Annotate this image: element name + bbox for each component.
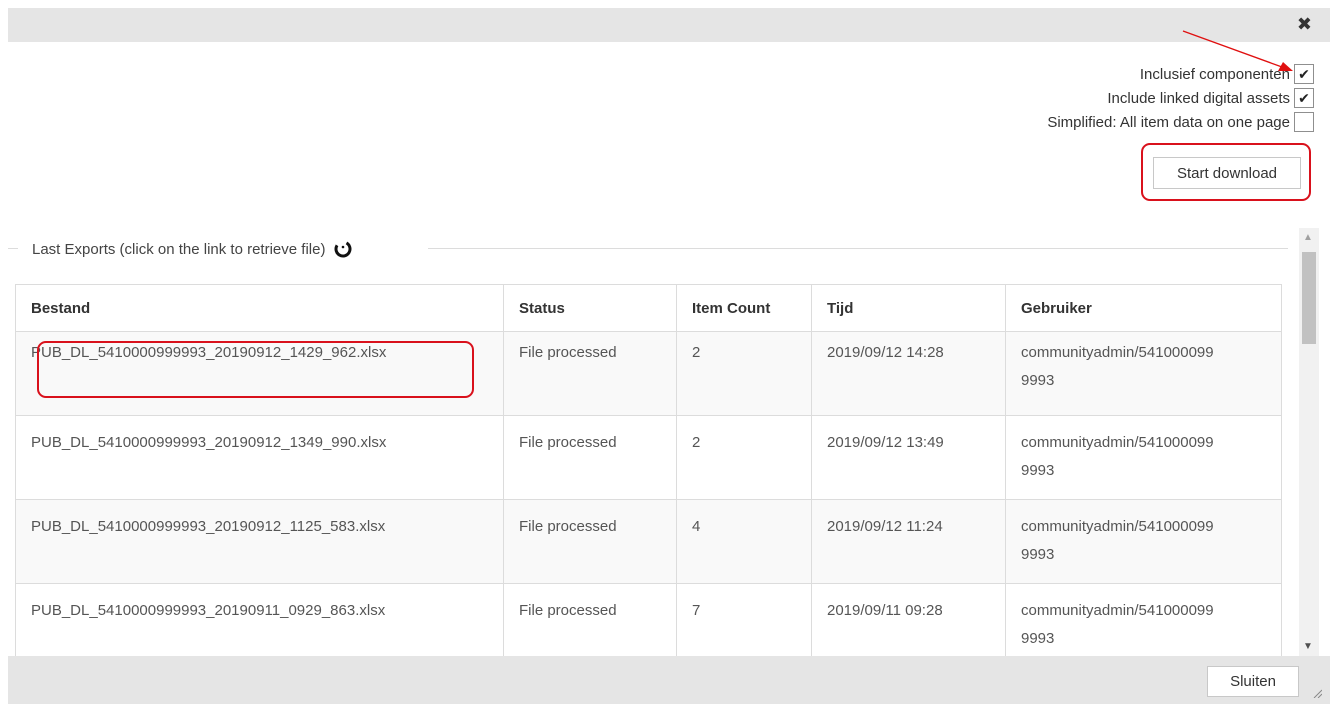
scroll-up-arrow-icon[interactable]: ▲ xyxy=(1303,232,1313,243)
column-header-status[interactable]: Status xyxy=(503,284,677,332)
option-label: Simplified: All item data on one page xyxy=(1047,113,1290,131)
user-cell: communityadmin/541000099 9993 xyxy=(1005,499,1282,584)
last-exports-legend: Last Exports (click on the link to retri… xyxy=(32,239,353,259)
table-row: PUB_DL_5410000999993_20190912_1125_583.x… xyxy=(15,499,1282,584)
dialog-footer: Sluiten xyxy=(8,656,1330,704)
item-count-cell: 2 xyxy=(676,331,812,416)
loading-spinner-icon[interactable] xyxy=(333,239,353,259)
sluiten-button[interactable]: Sluiten xyxy=(1207,666,1299,697)
user-cell: communityadmin/541000099 9993 xyxy=(1005,331,1282,416)
option-label: Include linked digital assets xyxy=(1107,89,1290,107)
scroll-down-arrow-icon[interactable]: ▼ xyxy=(1303,641,1313,652)
column-header-gebruiker[interactable]: Gebruiker xyxy=(1005,284,1282,332)
user-cell: communityadmin/541000099 9993 xyxy=(1005,415,1282,500)
item-count-cell: 2 xyxy=(676,415,812,500)
export-options: Inclusief componenten ✔ Include linked d… xyxy=(1047,62,1314,134)
option-include-components[interactable]: Inclusief componenten ✔ xyxy=(1047,62,1314,86)
exports-table: Bestand Status Item Count Tijd Gebruiker… xyxy=(15,284,1282,668)
start-download-button[interactable]: Start download xyxy=(1153,157,1301,189)
resize-grip-icon[interactable] xyxy=(1312,688,1322,698)
file-link[interactable]: PUB_DL_5410000999993_20190912_1429_962.x… xyxy=(15,331,504,416)
option-label: Inclusief componenten xyxy=(1139,65,1290,83)
file-link[interactable]: PUB_DL_5410000999993_20190911_0929_863.x… xyxy=(15,583,504,668)
status-cell: File processed xyxy=(503,499,677,584)
table-row: PUB_DL_5410000999993_20190912_1349_990.x… xyxy=(15,415,1282,500)
time-cell: 2019/09/11 09:28 xyxy=(811,583,1006,668)
check-icon: ✔ xyxy=(1298,66,1310,82)
time-cell: 2019/09/12 13:49 xyxy=(811,415,1006,500)
table-row: PUB_DL_5410000999993_20190911_0929_863.x… xyxy=(15,583,1282,668)
scroll-thumb[interactable] xyxy=(1302,252,1316,344)
status-cell: File processed xyxy=(503,415,677,500)
option-simplified[interactable]: Simplified: All item data on one page xyxy=(1047,110,1314,134)
close-icon[interactable]: ✖ xyxy=(1297,14,1312,34)
column-header-tijd[interactable]: Tijd xyxy=(811,284,1006,332)
include-linked-assets-checkbox[interactable]: ✔ xyxy=(1294,88,1314,108)
file-link[interactable]: PUB_DL_5410000999993_20190912_1349_990.x… xyxy=(15,415,504,500)
file-link[interactable]: PUB_DL_5410000999993_20190912_1125_583.x… xyxy=(15,499,504,584)
table-header-row: Bestand Status Item Count Tijd Gebruiker xyxy=(15,284,1282,332)
table-row: PUB_DL_5410000999993_20190912_1429_962.x… xyxy=(15,331,1282,416)
column-header-bestand[interactable]: Bestand xyxy=(15,284,504,332)
column-header-item-count[interactable]: Item Count xyxy=(676,284,812,332)
check-icon: ✔ xyxy=(1298,90,1310,106)
dialog-titlebar: ✖ xyxy=(8,8,1330,42)
item-count-cell: 7 xyxy=(676,583,812,668)
option-include-linked-assets[interactable]: Include linked digital assets ✔ xyxy=(1047,86,1314,110)
table-scrollbar[interactable]: ▲ ▼ xyxy=(1299,228,1319,656)
time-cell: 2019/09/12 14:28 xyxy=(811,331,1006,416)
fieldset-border xyxy=(428,248,1288,249)
item-count-cell: 4 xyxy=(676,499,812,584)
user-cell: communityadmin/541000099 9993 xyxy=(1005,583,1282,668)
legend-text: Last Exports (click on the link to retri… xyxy=(32,240,326,258)
status-cell: File processed xyxy=(503,583,677,668)
include-components-checkbox[interactable]: ✔ xyxy=(1294,64,1314,84)
time-cell: 2019/09/12 11:24 xyxy=(811,499,1006,584)
simplified-checkbox[interactable] xyxy=(1294,112,1314,132)
status-cell: File processed xyxy=(503,331,677,416)
fieldset-border xyxy=(8,248,18,249)
